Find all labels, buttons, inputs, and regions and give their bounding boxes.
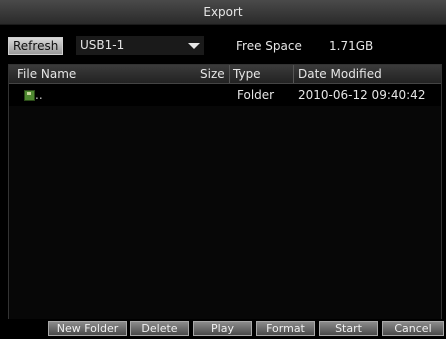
free-space-label: Free Space [236,39,302,53]
column-header-file-name[interactable]: File Name [9,65,230,83]
column-header-type[interactable]: Type [230,65,294,83]
play-button[interactable]: Play [193,321,252,336]
action-bar: New Folder Delete Play Format Start Canc… [0,319,446,339]
device-select-value: USB1-1 [80,38,125,52]
table-row[interactable]: .. Folder 2010-06-12 09:40:42 [9,84,441,106]
chevron-down-icon [188,43,200,49]
export-dialog: Export Refresh USB1-1 Free Space 1.71GB … [0,0,446,339]
folder-icon [24,90,35,101]
file-type: Folder [237,88,275,102]
cancel-button[interactable]: Cancel [382,321,444,336]
new-folder-button[interactable]: New Folder [48,321,127,336]
column-header-date-modified[interactable]: Date Modified [294,65,441,83]
format-button[interactable]: Format [256,321,315,336]
file-list: File Name Size Type Date Modified .. Fol… [8,64,442,320]
toolbar: Refresh USB1-1 Free Space 1.71GB [0,35,446,57]
device-select[interactable]: USB1-1 [76,36,204,55]
dialog-title: Export [0,0,446,25]
delete-button[interactable]: Delete [130,321,189,336]
file-date-modified: 2010-06-12 09:40:42 [298,88,426,102]
free-space-value: 1.71GB [329,39,374,53]
file-name: .. [35,88,43,102]
start-button[interactable]: Start [319,321,378,336]
refresh-button[interactable]: Refresh [8,37,64,55]
file-list-header: File Name Size Type Date Modified [9,65,441,84]
